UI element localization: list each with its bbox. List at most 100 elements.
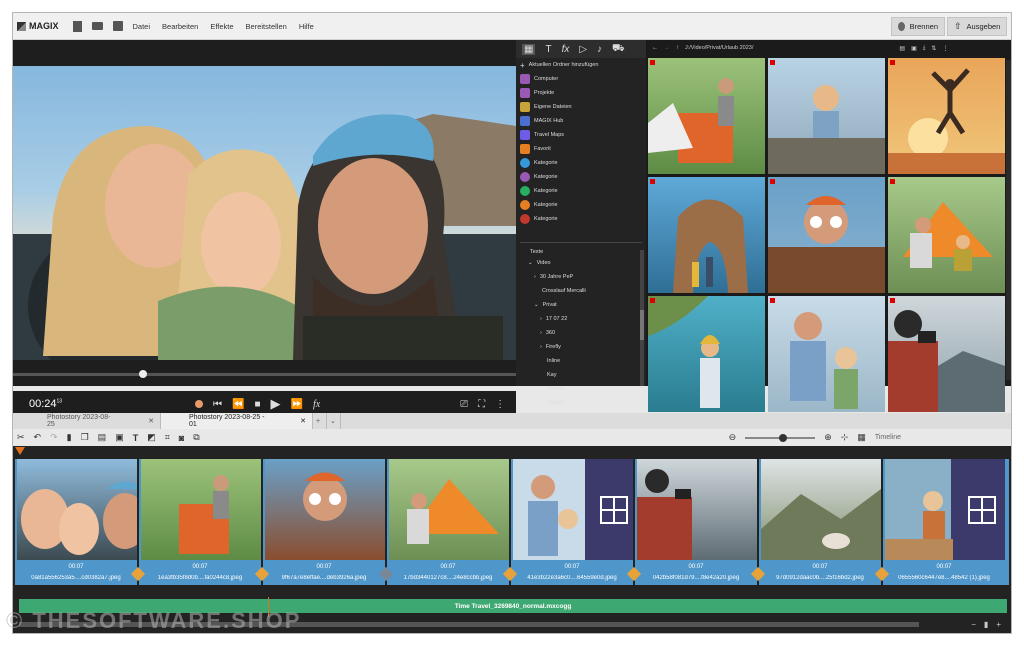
stack-icon[interactable]: ⧉ bbox=[193, 432, 199, 443]
tree-item-360[interactable]: › 360 bbox=[516, 326, 646, 340]
tab-photostory-01[interactable]: Photostory 2023-08-25 - 01 ✕ bbox=[161, 413, 313, 429]
pan-icon[interactable]: ◩ bbox=[147, 432, 156, 443]
timeline-clip[interactable]: 00:07 17bd3440127c8....24e8ccbb.jpeg bbox=[387, 459, 509, 585]
play-icon[interactable]: ▶ bbox=[271, 396, 281, 412]
library-item-travel-maps[interactable]: Travel Maps bbox=[516, 128, 646, 142]
transition-tab-icon[interactable]: ▷ bbox=[579, 44, 587, 55]
tree-scrollbar[interactable] bbox=[640, 250, 644, 386]
preview-scrubber[interactable] bbox=[13, 370, 516, 378]
library-item-computer[interactable]: Computer bbox=[516, 72, 646, 86]
library-item-magix-hub[interactable]: MAGIX Hub bbox=[516, 114, 646, 128]
library-item-kategorie-1[interactable]: Kategorie bbox=[516, 156, 646, 170]
burn-button[interactable]: Brennen bbox=[891, 17, 945, 36]
thumbnail[interactable] bbox=[888, 296, 1005, 412]
cast-icon[interactable]: ⎚ bbox=[460, 399, 468, 410]
thumbnail[interactable] bbox=[648, 58, 765, 174]
zoom-out-icon[interactable]: ⊖ bbox=[729, 432, 737, 443]
delete-icon[interactable]: ▮ bbox=[67, 432, 72, 443]
tree-item-inline[interactable]: Inline bbox=[516, 354, 646, 368]
fx-icon[interactable]: fx bbox=[313, 399, 320, 410]
timeline-mode-label[interactable]: Timeline bbox=[875, 434, 901, 441]
open-folder-icon[interactable] bbox=[91, 22, 103, 30]
scrubber-handle[interactable] bbox=[139, 370, 147, 378]
tree-scroll-thumb[interactable] bbox=[640, 310, 644, 340]
zoom-out-icon[interactable]: − bbox=[971, 620, 976, 629]
export-button[interactable]: ⇧ Ausgeben bbox=[947, 17, 1007, 36]
zoom-slider[interactable] bbox=[745, 433, 816, 442]
import-icon[interactable]: ⤓ bbox=[923, 45, 926, 52]
fx-tab-icon[interactable]: fx bbox=[562, 44, 570, 55]
text-tab-icon[interactable]: T bbox=[545, 44, 551, 55]
fast-forward-icon[interactable]: ⏩ bbox=[291, 399, 303, 410]
redo-icon[interactable]: ↷ bbox=[50, 432, 58, 443]
title-icon[interactable]: T bbox=[133, 433, 139, 443]
sort-icon[interactable]: ⇅ bbox=[931, 45, 936, 52]
tree-item-17-07-22[interactable]: › 17 07 22 bbox=[516, 312, 646, 326]
stop-icon[interactable]: ■ bbox=[254, 399, 260, 410]
library-item-favorit[interactable]: Favorit bbox=[516, 142, 646, 156]
thumbnail[interactable] bbox=[768, 296, 885, 412]
browser-scrollbar[interactable] bbox=[1006, 60, 1011, 380]
timeline-clip[interactable]: 00:07 042b58f081d79....f8e42a20.jpeg bbox=[635, 459, 757, 585]
tree-item-crosslauf[interactable]: Crosslauf Mercalli bbox=[516, 284, 646, 298]
tab-close-icon[interactable]: ✕ bbox=[300, 417, 306, 425]
menu-bereitstellen[interactable]: Bereitstellen bbox=[246, 22, 287, 31]
timeline-clip[interactable]: 00:07 97d0912daac0b....25f16bd2.jpeg bbox=[759, 459, 881, 585]
start-marker-icon[interactable] bbox=[15, 447, 25, 455]
record-icon[interactable] bbox=[195, 400, 203, 408]
menu-effekte[interactable]: Effekte bbox=[210, 22, 233, 31]
browser-path[interactable]: J:/Video/Privat/Urlaub 2023/ bbox=[685, 45, 753, 51]
tab-close-icon[interactable]: ✕ bbox=[148, 417, 154, 425]
thumbnail[interactable] bbox=[648, 177, 765, 293]
menu-datei[interactable]: Datei bbox=[133, 22, 151, 31]
timeline-clip[interactable]: 00:07 0a81a556253a5....cd0382a7.jpeg bbox=[15, 459, 137, 585]
crop-icon[interactable]: ⌗ bbox=[165, 432, 170, 443]
tree-item-30-jahre[interactable]: › 30 Jahre PeP bbox=[516, 270, 646, 284]
undo-icon[interactable]: ↶ bbox=[34, 432, 42, 443]
store-tab-icon[interactable]: ⛟ bbox=[612, 43, 625, 56]
music-tab-icon[interactable]: ♪ bbox=[597, 44, 602, 55]
forward-icon[interactable]: → bbox=[664, 45, 670, 51]
menu-hilfe[interactable]: Hilfe bbox=[299, 22, 314, 31]
tree-item-texte[interactable]: Texte bbox=[516, 248, 646, 256]
library-item-projekte[interactable]: Projekte bbox=[516, 86, 646, 100]
library-item-kategorie-4[interactable]: Kategorie bbox=[516, 198, 646, 212]
zoom-handle[interactable]: ▮ bbox=[984, 620, 988, 629]
library-item-kategorie-3[interactable]: Kategorie bbox=[516, 184, 646, 198]
add-folder-item[interactable]: + Aktuellen Ordner hinzufügen bbox=[516, 58, 646, 72]
more-icon[interactable]: ⋮ bbox=[495, 399, 505, 410]
new-file-icon[interactable] bbox=[72, 20, 82, 32]
thumbnail[interactable] bbox=[888, 177, 1005, 293]
fullscreen-icon[interactable]: ⛶ bbox=[478, 399, 485, 410]
library-item-kategorie-2[interactable]: Kategorie bbox=[516, 170, 646, 184]
thumbnail[interactable] bbox=[648, 296, 765, 412]
library-item-kategorie-5[interactable]: Kategorie bbox=[516, 212, 646, 226]
back-icon[interactable]: ← bbox=[652, 45, 658, 51]
zoom-in-icon[interactable]: ⊕ bbox=[824, 432, 832, 443]
duplicate-icon[interactable]: ▣ bbox=[115, 432, 124, 443]
tree-item-privat[interactable]: ⌄ Privat bbox=[516, 298, 646, 312]
add-tab-button[interactable]: + bbox=[313, 413, 327, 429]
frame-icon[interactable]: ◙ bbox=[179, 433, 184, 443]
fit-icon[interactable]: ⊹ bbox=[841, 432, 849, 443]
media-tab-icon[interactable]: ▦ bbox=[522, 43, 536, 55]
timeline-clip[interactable]: 00:07 41e3b22e3a6c0....64559e0d.jpeg bbox=[511, 459, 633, 585]
view-icon[interactable]: ▤ bbox=[899, 45, 905, 52]
thumbnail[interactable] bbox=[768, 177, 885, 293]
timeline-clip[interactable]: 00:07 9f67a7e8effae....deb3926a.jpeg bbox=[263, 459, 385, 585]
menu-bearbeiten[interactable]: Bearbeiten bbox=[162, 22, 198, 31]
tree-item-firefly[interactable]: › Firefly bbox=[516, 340, 646, 354]
skip-back-icon[interactable]: ⏮ bbox=[213, 399, 222, 410]
tree-item-ostern[interactable]: Ostern bbox=[516, 382, 646, 396]
preview-icon[interactable]: ▣ bbox=[911, 45, 917, 52]
library-item-eigene-dateien[interactable]: Eigene Dateien bbox=[516, 100, 646, 114]
browser-more-icon[interactable]: ⋮ bbox=[942, 45, 948, 52]
cut-icon[interactable]: ✂ bbox=[17, 432, 25, 443]
timeline-clip[interactable]: 00:07 1ea3fb35f8d0b....fa0244c8.jpeg bbox=[139, 459, 261, 585]
zoom-in-icon[interactable]: + bbox=[996, 620, 1001, 629]
rewind-icon[interactable]: ⏪ bbox=[232, 399, 244, 410]
zoom-slider-handle[interactable] bbox=[779, 433, 788, 442]
tree-item-strand[interactable]: Strand bbox=[516, 396, 646, 410]
grid-view-icon[interactable]: ▦ bbox=[857, 432, 866, 443]
tree-item-kay[interactable]: Kay bbox=[516, 368, 646, 382]
